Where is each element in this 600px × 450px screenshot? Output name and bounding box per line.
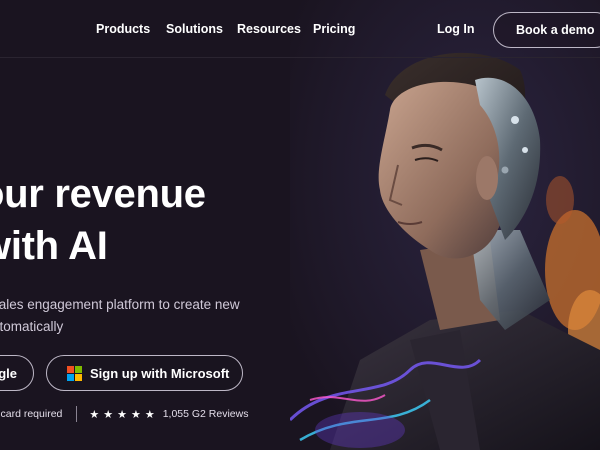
nav-item-products[interactable]: Products xyxy=(96,22,150,36)
book-demo-label: Book a demo xyxy=(516,23,595,37)
signup-google-label: gle xyxy=(0,365,17,381)
star-rating-icon: ★★★★★ xyxy=(89,408,159,421)
nav-item-solutions[interactable]: Solutions xyxy=(166,22,223,36)
footnote-divider xyxy=(76,406,78,422)
landing-page: Products Solutions Resources Pricing Log… xyxy=(0,0,600,450)
headline-line-2: with AI xyxy=(0,224,108,268)
hero-cyborg-portrait-image xyxy=(290,0,600,450)
hero-headline: our revenue with AI xyxy=(0,168,206,272)
login-link[interactable]: Log In xyxy=(437,22,475,36)
nav-item-pricing[interactable]: Pricing xyxy=(313,22,355,36)
signup-google-button[interactable]: gle xyxy=(0,355,34,391)
hero-subtext: sales engagement platform to create new … xyxy=(0,294,292,338)
nav-item-resources[interactable]: Resources xyxy=(237,22,301,36)
hero-footnote: lit card required ★★★★★ 1,055 G2 Reviews xyxy=(0,406,248,422)
credit-card-note: lit card required xyxy=(0,408,63,420)
microsoft-logo-icon xyxy=(67,365,82,381)
book-demo-button[interactable]: Book a demo xyxy=(493,12,600,48)
headline-line-1: our revenue xyxy=(0,172,206,216)
subtext-line-2: utomatically xyxy=(0,319,64,334)
subtext-line-1: sales engagement platform to create new xyxy=(0,297,240,312)
signup-microsoft-label: Sign up with Microsoft xyxy=(90,365,230,381)
signup-microsoft-button[interactable]: Sign up with Microsoft xyxy=(46,355,243,391)
g2-reviews-count: 1,055 G2 Reviews xyxy=(162,408,249,420)
top-navigation: Products Solutions Resources Pricing Log… xyxy=(0,0,600,58)
